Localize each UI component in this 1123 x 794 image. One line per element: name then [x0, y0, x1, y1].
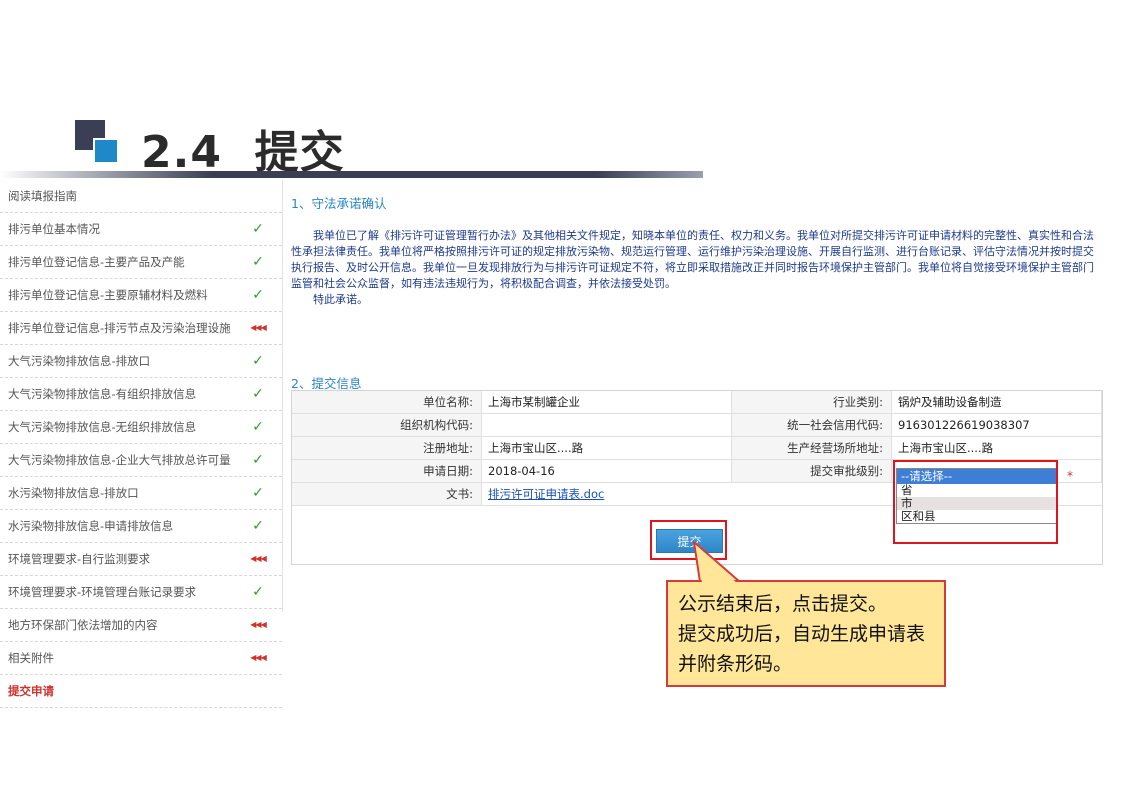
- promise-text-block: 我单位已了解《排污许可证管理暂行办法》及其他相关文件规定，知晓本单位的责任、权力…: [291, 228, 1103, 308]
- pending-arrows-icon: ◀◀◀: [250, 653, 266, 662]
- apply-date-value: 2018-04-16: [482, 460, 732, 483]
- promise-closing: 特此承诺。: [313, 293, 368, 306]
- callout-text: 公示结束后，点击提交。 提交成功后，自动生成申请表并附条形码。: [678, 589, 940, 679]
- sidebar-item[interactable]: 大气污染物排放信息-有组织排放信息 ✓: [0, 378, 282, 411]
- check-icon: ✓: [252, 353, 264, 369]
- table-row: 单位名称: 上海市某制罐企业 行业类别: 锅炉及辅助设备制造: [292, 391, 1102, 414]
- sidebar-item[interactable]: 排污单位登记信息-排污节点及污染治理设施 ◀◀◀: [0, 312, 282, 345]
- check-icon: ✓: [252, 287, 264, 303]
- sidebar-item[interactable]: 阅读填报指南: [0, 180, 282, 213]
- prod-address-label: 生产经营场所地址:: [732, 437, 892, 460]
- check-icon: ✓: [252, 386, 264, 402]
- sidebar-item-label: 环境管理要求-自行监测要求: [8, 552, 151, 566]
- org-code-label: 组织机构代码:: [292, 414, 482, 437]
- promise-paragraph: 我单位已了解《排污许可证管理暂行办法》及其他相关文件规定，知晓本单位的责任、权力…: [291, 229, 1094, 290]
- approval-level-label: 提交审批级别:: [732, 460, 892, 483]
- sidebar-item[interactable]: 环境管理要求-自行监测要求 ◀◀◀: [0, 543, 282, 576]
- sidebar-item-label: 地方环保部门依法增加的内容: [8, 618, 158, 632]
- sidebar-item-label: 环境管理要求-环境管理台账记录要求: [8, 585, 197, 599]
- reg-address-label: 注册地址:: [292, 437, 482, 460]
- check-icon: ✓: [252, 254, 264, 270]
- section-heading-promise: 1、守法承诺确认: [291, 196, 387, 211]
- sidebar-item-label: 排污单位基本情况: [8, 222, 100, 236]
- sidebar-item[interactable]: 提交申请: [0, 675, 282, 708]
- org-code-value: [482, 414, 732, 437]
- sidebar-item[interactable]: 水污染物排放信息-申请排放信息 ✓: [0, 510, 282, 543]
- unit-name-label: 单位名称:: [292, 391, 482, 414]
- callout-line-1: 公示结束后，点击提交。: [678, 593, 888, 615]
- sidebar-item[interactable]: 环境管理要求-环境管理台账记录要求 ✓: [0, 576, 282, 609]
- sidebar-item[interactable]: 排污单位登记信息-主要原辅材料及燃料 ✓: [0, 279, 282, 312]
- sidebar-item[interactable]: 相关附件 ◀◀◀: [0, 642, 282, 675]
- check-icon: ✓: [252, 419, 264, 435]
- sidebar-item[interactable]: 大气污染物排放信息-排放口 ✓: [0, 345, 282, 378]
- sidebar-item-label: 大气污染物排放信息-企业大气排放总许可量: [8, 453, 231, 467]
- sidebar-item-label: 大气污染物排放信息-排放口: [8, 354, 151, 368]
- sidebar-item[interactable]: 地方环保部门依法增加的内容 ◀◀◀: [0, 609, 282, 642]
- sidebar-item-label: 排污单位登记信息-主要原辅材料及燃料: [8, 288, 208, 302]
- pending-arrows-icon: ◀◀◀: [250, 323, 266, 332]
- sidebar-item[interactable]: 大气污染物排放信息-无组织排放信息 ✓: [0, 411, 282, 444]
- table-row: 注册地址: 上海市宝山区....路 生产经营场所地址: 上海市宝山区....路: [292, 437, 1102, 460]
- sidebar-item-label: 排污单位登记信息-排污节点及污染治理设施: [8, 321, 231, 335]
- check-icon: ✓: [252, 452, 264, 468]
- sidebar-item[interactable]: 排污单位基本情况 ✓: [0, 213, 282, 246]
- callout-line-2: 提交成功后，自动生成申请表并附条形码。: [678, 623, 926, 675]
- document-label: 文书:: [292, 483, 482, 506]
- submit-button[interactable]: 提交: [656, 529, 723, 553]
- sidebar-item[interactable]: 水污染物排放信息-排放口 ✓: [0, 477, 282, 510]
- sidebar-item[interactable]: 排污单位登记信息-主要产品及产能 ✓: [0, 246, 282, 279]
- document-download-link[interactable]: 排污许可证申请表.doc: [488, 487, 604, 501]
- sidebar-item-label: 水污染物排放信息-排放口: [8, 486, 139, 500]
- title-squares-icon: [75, 120, 119, 164]
- table-row: 组织机构代码: 统一社会信用代码: 916301226619038307: [292, 414, 1102, 437]
- instruction-callout: 公示结束后，点击提交。 提交成功后，自动生成申请表并附条形码。: [666, 580, 946, 687]
- check-icon: ✓: [252, 584, 264, 600]
- sidebar-item-label: 大气污染物排放信息-无组织排放信息: [8, 420, 197, 434]
- check-icon: ✓: [252, 221, 264, 237]
- pending-arrows-icon: ◀◀◀: [250, 554, 266, 563]
- apply-date-label: 申请日期:: [292, 460, 482, 483]
- title-underline-bar: [0, 171, 703, 178]
- sidebar-item-label: 大气污染物排放信息-有组织排放信息: [8, 387, 197, 401]
- sidebar-item[interactable]: 大气污染物排放信息-企业大气排放总许可量 ✓: [0, 444, 282, 477]
- check-icon: ✓: [252, 518, 264, 534]
- sidebar-item-label: 阅读填报指南: [8, 189, 77, 203]
- industry-value: 锅炉及辅助设备制造: [892, 391, 1102, 414]
- sidebar-divider: [282, 180, 283, 612]
- sidebar-item-label: 相关附件: [8, 651, 54, 665]
- prod-address-value: 上海市宝山区....路: [892, 437, 1102, 460]
- pending-arrows-icon: ◀◀◀: [250, 620, 266, 629]
- unit-name-value: 上海市某制罐企业: [482, 391, 732, 414]
- sidebar-item-label: 水污染物排放信息-申请排放信息: [8, 519, 174, 533]
- credit-code-label: 统一社会信用代码:: [732, 414, 892, 437]
- dropdown-highlight-frame: [893, 460, 1058, 544]
- sidebar-item-label: 排污单位登记信息-主要产品及产能: [8, 255, 185, 269]
- credit-code-value: 916301226619038307: [892, 414, 1102, 437]
- reg-address-value: 上海市宝山区....路: [482, 437, 732, 460]
- required-asterisk: *: [1067, 469, 1073, 483]
- industry-label: 行业类别:: [732, 391, 892, 414]
- sidebar-item-label: 提交申请: [8, 684, 54, 698]
- check-icon: ✓: [252, 485, 264, 501]
- sidebar-nav: 阅读填报指南 排污单位基本情况 ✓ 排污单位登记信息-主要产品及产能 ✓ 排污单位登记信息…: [0, 180, 282, 708]
